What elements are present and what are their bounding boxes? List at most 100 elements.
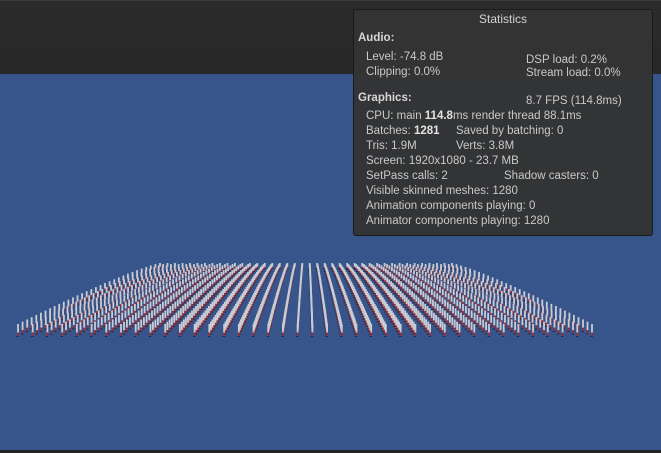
crowd-character xyxy=(581,319,584,332)
crowd-character xyxy=(430,310,433,323)
crowd-character xyxy=(134,324,137,337)
crowd-character xyxy=(179,308,182,320)
crowd-character xyxy=(404,277,408,286)
crowd-character xyxy=(201,287,205,297)
crowd-character xyxy=(161,312,164,325)
crowd-character xyxy=(585,321,589,335)
crowd-character xyxy=(177,310,180,323)
crowd-character xyxy=(453,319,456,332)
crowd-character xyxy=(193,324,196,337)
crowd-character xyxy=(148,324,152,337)
crowd-character xyxy=(461,295,465,306)
graphics-fps: 8.7 FPS (114.8ms) xyxy=(526,95,622,107)
crowd-character xyxy=(174,291,178,301)
crowd-character xyxy=(168,319,171,332)
crowd-character xyxy=(436,317,440,330)
crowd-character xyxy=(397,271,400,280)
crowd-character xyxy=(70,310,73,323)
graphics-verts: Verts: 3.8M xyxy=(456,140,515,152)
crowd-character xyxy=(444,291,447,301)
crowd-character xyxy=(96,319,100,332)
crowd-character xyxy=(458,293,461,304)
crowd-character xyxy=(481,319,485,332)
crowd-character xyxy=(170,317,173,330)
crowd-character xyxy=(82,319,86,332)
cpu-main-value: 114.8 xyxy=(424,110,453,122)
crowd-character xyxy=(443,310,446,323)
crowd-character xyxy=(410,291,413,301)
crowd-character xyxy=(196,283,199,292)
crowd-character xyxy=(433,301,437,313)
crowd-character xyxy=(158,314,162,327)
crowd-character xyxy=(100,317,103,330)
crowd-character xyxy=(552,319,556,332)
crowd-character xyxy=(165,321,169,335)
crowd-character xyxy=(382,267,385,274)
crowd-character xyxy=(178,324,181,337)
crowd-character xyxy=(430,289,433,299)
crowd-character xyxy=(193,285,196,294)
crowd-character xyxy=(64,321,67,335)
crowd-character xyxy=(438,287,441,297)
crowd-character xyxy=(451,306,454,318)
crowd-character xyxy=(427,287,431,297)
crowd-character xyxy=(183,303,187,315)
crowd-character xyxy=(199,289,202,299)
crowd-character xyxy=(186,291,189,301)
graphics-setpass: SetPass calls: 2 xyxy=(366,170,448,182)
crowd-character xyxy=(522,291,526,301)
crowd-character xyxy=(440,297,444,308)
crowd-character xyxy=(166,297,170,308)
crowd-character xyxy=(207,324,211,337)
crowd-character xyxy=(181,295,184,306)
crowd-character xyxy=(177,289,181,299)
crowd-character xyxy=(518,289,521,299)
crowd-character xyxy=(75,324,78,337)
crowd-character xyxy=(457,324,461,337)
audio-heading: Audio: xyxy=(358,32,395,44)
crowd-character xyxy=(548,317,552,330)
crowd-character xyxy=(210,279,214,288)
crowd-character xyxy=(151,321,154,335)
crowd-character xyxy=(401,283,405,292)
crowd-character xyxy=(384,268,387,276)
crowd-character xyxy=(197,291,200,301)
crowd-character xyxy=(438,295,441,306)
crowd-character xyxy=(470,321,473,335)
graphics-animation-components: Animation components playing: 0 xyxy=(366,200,536,212)
crowd-character xyxy=(408,289,411,299)
crowd-character xyxy=(448,303,452,315)
crowd-character xyxy=(406,287,409,297)
crowd-character xyxy=(431,299,434,311)
crowd-character xyxy=(409,281,413,290)
crowd-character xyxy=(428,297,432,308)
crowd-character xyxy=(455,321,458,335)
crowd-character xyxy=(450,317,454,330)
crowd-character xyxy=(397,279,400,288)
crowd-character xyxy=(310,324,314,337)
crowd-character xyxy=(502,324,505,337)
crowd-character xyxy=(228,265,232,272)
crowd-character xyxy=(21,321,24,335)
crowd-character xyxy=(218,267,221,274)
crowd-character xyxy=(473,312,476,325)
crowd-character xyxy=(426,295,429,306)
crowd-character xyxy=(16,324,19,337)
crowd-character xyxy=(455,291,458,301)
crowd-character xyxy=(498,285,502,294)
crowd-character xyxy=(417,297,420,308)
crowd-character xyxy=(360,263,364,269)
crowd-character xyxy=(146,303,149,315)
crowd-character xyxy=(393,275,396,284)
crowd-character xyxy=(438,306,442,318)
graphics-heading: Graphics: xyxy=(358,92,412,104)
crowd-character xyxy=(144,289,148,299)
graphics-cpu: CPU: main 114.8ms render thread 88.1ms xyxy=(366,109,581,124)
crowd-character xyxy=(456,310,460,323)
crowd-character xyxy=(487,324,490,337)
crowd-character xyxy=(163,324,167,337)
crowd-character xyxy=(204,285,207,294)
crowd-character xyxy=(153,319,157,332)
crowd-character xyxy=(414,295,418,306)
crowd-character xyxy=(148,301,152,313)
